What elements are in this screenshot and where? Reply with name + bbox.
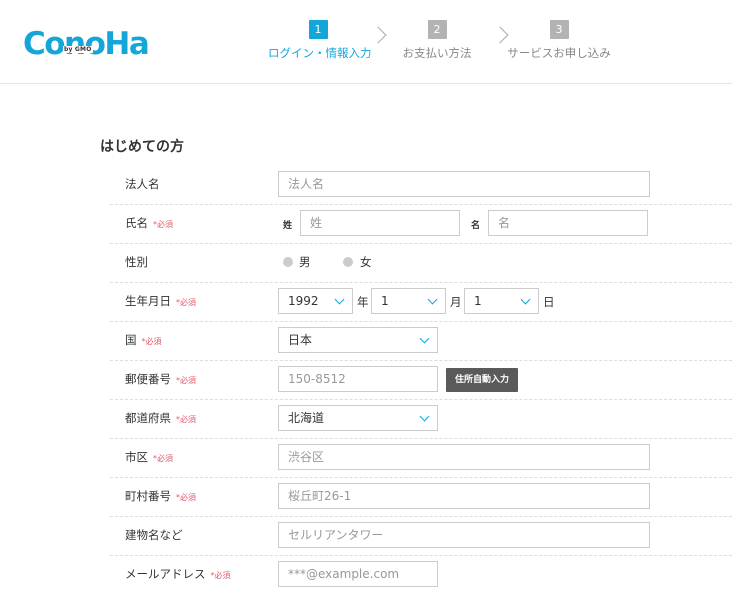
country-row: 国 *必須 日本 xyxy=(110,321,732,361)
field-label: 法人名 xyxy=(125,177,160,191)
required-badge: *必須 xyxy=(176,298,196,307)
required-badge: *必須 xyxy=(153,220,173,229)
field-label: 生年月日 *必須 xyxy=(125,294,196,308)
gender-female-radio[interactable] xyxy=(343,257,353,267)
chevron-down-icon xyxy=(520,294,531,305)
corporate-name-row: 法人名 法人名 xyxy=(110,165,732,205)
postal-row: 郵便番号 *必須 150-8512 住所自動入力 xyxy=(110,360,732,400)
required-badge: *必須 xyxy=(176,376,196,385)
chevron-down-icon xyxy=(419,411,430,422)
section-title: はじめての方 xyxy=(100,139,184,155)
required-badge: *必須 xyxy=(176,493,196,502)
gender-male-label[interactable]: 男 xyxy=(299,254,311,270)
chevron-down-icon xyxy=(334,294,345,305)
name-row: 氏名 *必須 姓 姓 名 名 xyxy=(110,204,732,244)
birth-month-select[interactable]: 1 xyxy=(371,288,446,314)
chevron-right-icon xyxy=(369,26,387,44)
step-3: 3 サービスお申し込み xyxy=(506,18,612,61)
step-number: 1 xyxy=(308,20,328,39)
required-badge: *必須 xyxy=(176,415,196,424)
first-name-input[interactable]: 名 xyxy=(488,210,648,236)
last-name-input[interactable]: 姓 xyxy=(300,210,460,236)
step-2: 2 お支払い方法 xyxy=(397,18,477,61)
town-input[interactable]: 桜丘町26-1 xyxy=(278,483,650,509)
field-label: 都道府県 *必須 xyxy=(125,411,196,425)
day-unit: 日 xyxy=(543,295,555,309)
building-row: 建物名など セルリアンタワー xyxy=(110,516,732,556)
step-label: サービスお申し込み xyxy=(507,46,611,60)
email-row: メールアドレス *必須 ***@example.com xyxy=(110,555,732,594)
postal-code-input[interactable]: 150-8512 xyxy=(278,366,438,392)
corporate-name-input[interactable]: 法人名 xyxy=(278,171,650,197)
address-autofill-button[interactable]: 住所自動入力 xyxy=(446,368,519,392)
step-number: 3 xyxy=(549,20,569,39)
building-input[interactable]: セルリアンタワー xyxy=(278,522,650,548)
last-name-prefix: 姓 xyxy=(283,221,293,231)
chevron-down-icon xyxy=(419,333,430,344)
field-label: 市区 *必須 xyxy=(125,450,173,464)
progress-steps: 1 ログイン・情報入力 2 お支払い方法 3 サービスお申し込み xyxy=(0,0,732,83)
prefecture-row: 都道府県 *必須 北海道 xyxy=(110,399,732,439)
email-input[interactable]: ***@example.com xyxy=(278,561,438,587)
birthday-row: 生年月日 *必須 1992 年 1 月 1 日 xyxy=(110,282,732,322)
step-number: 2 xyxy=(427,20,447,39)
field-label: 町村番号 *必須 xyxy=(125,489,196,503)
birth-year-select[interactable]: 1992 xyxy=(278,288,353,314)
gender-row: 性別 男 女 xyxy=(110,243,732,283)
birth-day-select[interactable]: 1 xyxy=(464,288,539,314)
chevron-down-icon xyxy=(427,294,438,305)
field-label: 郵便番号 *必須 xyxy=(125,372,196,386)
field-label: 建物名など xyxy=(125,528,183,542)
required-badge: *必須 xyxy=(210,571,231,580)
month-unit: 月 xyxy=(450,295,462,309)
first-name-prefix: 名 xyxy=(471,221,481,231)
step-label: お支払い方法 xyxy=(402,46,472,60)
town-row: 町村番号 *必須 桜丘町26-1 xyxy=(110,477,732,517)
step-1: 1 ログイン・情報入力 xyxy=(268,18,372,61)
city-row: 市区 *必須 渋谷区 xyxy=(110,438,732,478)
year-unit: 年 xyxy=(357,295,369,309)
gender-male-radio[interactable] xyxy=(283,257,293,267)
field-label: メールアドレス *必須 xyxy=(125,567,231,581)
field-label: 性別 xyxy=(125,255,148,269)
required-badge: *必須 xyxy=(153,454,173,463)
step-label: ログイン・情報入力 xyxy=(268,46,372,60)
prefecture-select[interactable]: 北海道 xyxy=(278,405,438,431)
field-label: 国 *必須 xyxy=(125,333,162,347)
country-select[interactable]: 日本 xyxy=(278,327,438,353)
required-badge: *必須 xyxy=(141,337,162,346)
header: ConoHa by GMO 1 ログイン・情報入力 2 お支払い方法 3 サービ… xyxy=(0,0,732,84)
gender-female-label[interactable]: 女 xyxy=(360,254,372,270)
city-input[interactable]: 渋谷区 xyxy=(278,444,650,470)
field-label: 氏名 *必須 xyxy=(125,216,173,230)
